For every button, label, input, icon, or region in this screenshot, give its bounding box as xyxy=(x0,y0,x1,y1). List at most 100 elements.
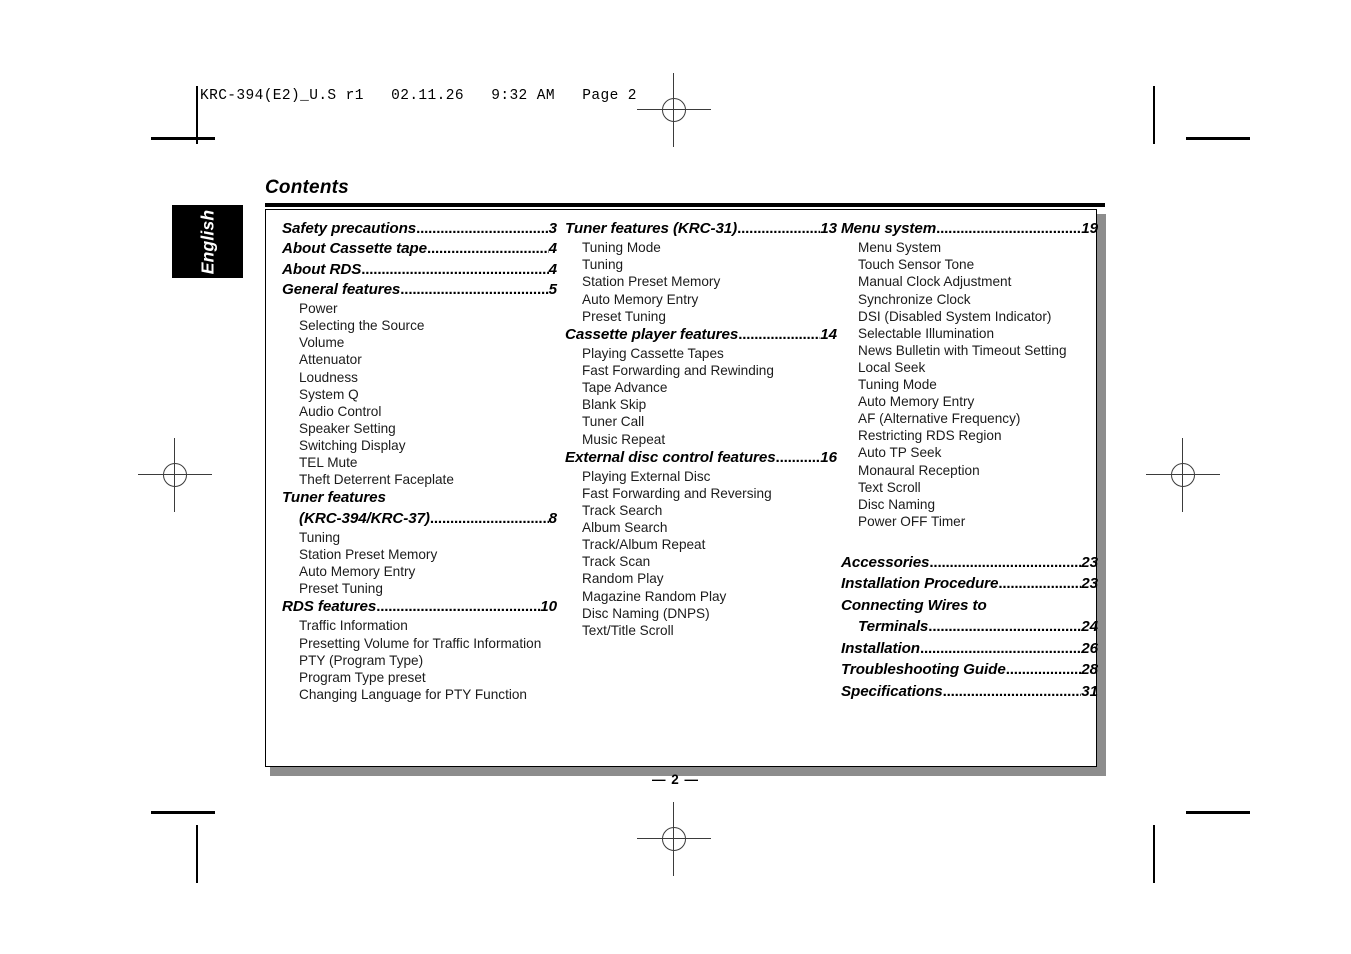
crop-mark-bottom-left-vertical xyxy=(196,825,198,883)
toc-subentry[interactable]: Tuner Call xyxy=(565,413,837,430)
toc-subentry[interactable]: Loudness xyxy=(282,369,557,386)
toc-dot-leader xyxy=(738,325,820,345)
toc-subentry[interactable]: Disc Naming (DNPS) xyxy=(565,605,837,622)
toc-subentry[interactable]: Playing Cassette Tapes xyxy=(565,345,837,362)
toc-entry-title[interactable]: Troubleshooting Guide 28 xyxy=(841,659,1098,681)
toc-entry-label: Installation Procedure xyxy=(841,575,999,593)
toc-subentry[interactable]: Traffic Information xyxy=(282,617,557,634)
toc-entry-title-continued[interactable]: (KRC-394/KRC-37) 8 xyxy=(282,509,557,529)
toc-subentry[interactable]: Text/Title Scroll xyxy=(565,622,837,639)
toc-subentry[interactable]: DSI (Disabled System Indicator) xyxy=(841,308,1098,325)
toc-subentry[interactable]: Power xyxy=(282,300,557,317)
toc-subentry[interactable]: Manual Clock Adjustment xyxy=(841,273,1098,290)
toc-subentry[interactable]: Music Repeat xyxy=(565,431,837,448)
toc-subentry[interactable]: Tuning xyxy=(282,529,557,546)
toc-subentry[interactable]: Selecting the Source xyxy=(282,317,557,334)
toc-entry-title[interactable]: About Cassette tape 4 xyxy=(282,239,557,259)
toc-subentry[interactable]: Auto Memory Entry xyxy=(282,563,557,580)
crop-mark-bottom-right-vertical xyxy=(1153,825,1155,883)
toc-dot-leader xyxy=(400,280,548,300)
toc-entry-title[interactable]: Menu system 19 xyxy=(841,219,1098,239)
toc-subentry[interactable]: Touch Sensor Tone xyxy=(841,256,1098,273)
toc-subentry[interactable]: Synchronize Clock xyxy=(841,291,1098,308)
toc-subentry[interactable]: Tuning xyxy=(565,256,837,273)
toc-column-1: Safety precautions3About Cassette tape4A… xyxy=(266,219,557,766)
registration-mark-ring xyxy=(163,463,187,487)
toc-entry-label: Troubleshooting Guide xyxy=(841,661,1006,679)
toc-entry-title[interactable]: Installation 26 xyxy=(841,638,1098,660)
print-header-text: KRC-394(E2)_U.S r1 02.11.26 9:32 AM Page… xyxy=(200,88,637,104)
toc-dot-leader xyxy=(361,260,548,280)
toc-subentry[interactable]: Tape Advance xyxy=(565,379,837,396)
toc-page-number: 24 xyxy=(1081,618,1098,636)
toc-entry-title[interactable]: Specifications 31 xyxy=(841,681,1098,703)
toc-entry-title[interactable]: Installation Procedure 23 xyxy=(841,573,1098,595)
toc-subentry[interactable]: Track Scan xyxy=(565,553,837,570)
toc-subentry[interactable]: Presetting Volume for Traffic Informatio… xyxy=(282,635,557,652)
toc-dot-leader xyxy=(737,219,820,239)
toc-subentry[interactable]: Track Search xyxy=(565,502,837,519)
toc-entry-title[interactable]: RDS features 10 xyxy=(282,597,557,617)
toc-subentry[interactable]: Auto Memory Entry xyxy=(841,393,1098,410)
toc-subentry[interactable]: Track/Album Repeat xyxy=(565,536,837,553)
toc-subentry[interactable]: Random Play xyxy=(565,570,837,587)
toc-entry-title[interactable]: General features 5 xyxy=(282,280,557,300)
toc-subentry[interactable]: Magazine Random Play xyxy=(565,588,837,605)
toc-subentry[interactable]: Volume xyxy=(282,334,557,351)
toc-subentry[interactable]: News Bulletin with Timeout Setting xyxy=(841,342,1098,359)
toc-entry-title[interactable]: Cassette player features 14 xyxy=(565,325,837,345)
toc-subentry[interactable]: Theft Deterrent Faceplate xyxy=(282,471,557,488)
toc-entry-label: Accessories xyxy=(841,553,930,571)
toc-subentry[interactable]: System Q xyxy=(282,386,557,403)
toc-entry-title[interactable]: External disc control features 16 xyxy=(565,448,837,468)
toc-subentry[interactable]: Restricting RDS Region xyxy=(841,427,1098,444)
toc-page-number: 3 xyxy=(548,220,557,237)
toc-entry-title[interactable]: Tuner features (KRC-31) 13 xyxy=(565,219,837,239)
toc-subentry[interactable]: Preset Tuning xyxy=(565,308,837,325)
toc-subentry[interactable]: AF (Alternative Frequency) xyxy=(841,410,1098,427)
toc-subentry[interactable]: Selectable Illumination xyxy=(841,325,1098,342)
crop-mark-bottom-left-horizontal xyxy=(151,811,215,814)
toc-subentry[interactable]: Changing Language for PTY Function xyxy=(282,686,557,703)
toc-subentry[interactable]: Preset Tuning xyxy=(282,580,557,597)
toc-subentry[interactable]: Local Seek xyxy=(841,359,1098,376)
toc-subentry[interactable]: Switching Display xyxy=(282,437,557,454)
toc-subentry[interactable]: Audio Control xyxy=(282,403,557,420)
toc-subentry[interactable]: Text Scroll xyxy=(841,479,1098,496)
toc-subentry[interactable]: Auto Memory Entry xyxy=(565,291,837,308)
toc-subentry[interactable]: Album Search xyxy=(565,519,837,536)
toc-subentry[interactable]: Station Preset Memory xyxy=(282,546,557,563)
toc-page-number: 19 xyxy=(1081,220,1098,237)
toc-page-number: 26 xyxy=(1081,639,1098,657)
toc-subentry[interactable]: Tuning Mode xyxy=(841,376,1098,393)
title-rule xyxy=(265,203,1105,207)
toc-entry-title[interactable]: Safety precautions 3 xyxy=(282,219,557,239)
toc-entry-title[interactable]: About RDS 4 xyxy=(282,260,557,280)
toc-subentry[interactable]: Blank Skip xyxy=(565,396,837,413)
toc-subentry[interactable]: Disc Naming xyxy=(841,496,1098,513)
toc-dot-leader xyxy=(920,638,1081,660)
toc-entry-title[interactable]: Accessories 23 xyxy=(841,552,1098,574)
toc-entry-title[interactable]: Tuner features xyxy=(282,488,557,508)
toc-subentry[interactable]: Playing External Disc xyxy=(565,468,837,485)
toc-subentry[interactable]: Speaker Setting xyxy=(282,420,557,437)
toc-subentry[interactable]: Monaural Reception xyxy=(841,462,1098,479)
toc-subentry[interactable]: TEL Mute xyxy=(282,454,557,471)
toc-subentry[interactable]: Attenuator xyxy=(282,351,557,368)
toc-entry-title-continued[interactable]: Terminals 24 xyxy=(841,616,1098,638)
toc-subentry[interactable]: Fast Forwarding and Reversing xyxy=(565,485,837,502)
toc-subentry[interactable]: Program Type preset xyxy=(282,669,557,686)
toc-subentry[interactable]: Station Preset Memory xyxy=(565,273,837,290)
toc-subentry[interactable]: Fast Forwarding and Rewinding xyxy=(565,362,837,379)
toc-subentry[interactable]: Menu System xyxy=(841,239,1098,256)
toc-subentry[interactable]: Power OFF Timer xyxy=(841,513,1098,530)
toc-entry-title[interactable]: Connecting Wires to xyxy=(841,595,1098,617)
toc-dot-leader xyxy=(1006,659,1082,681)
toc-subentry[interactable]: PTY (Program Type) xyxy=(282,652,557,669)
toc-subentry[interactable]: Tuning Mode xyxy=(565,239,837,256)
toc-page-number: 23 xyxy=(1081,553,1098,571)
toc-entry-label: RDS features xyxy=(282,598,377,616)
toc-entry-label: About RDS xyxy=(282,260,362,278)
toc-entry-label: Menu system xyxy=(841,220,937,237)
toc-subentry[interactable]: Auto TP Seek xyxy=(841,444,1098,461)
